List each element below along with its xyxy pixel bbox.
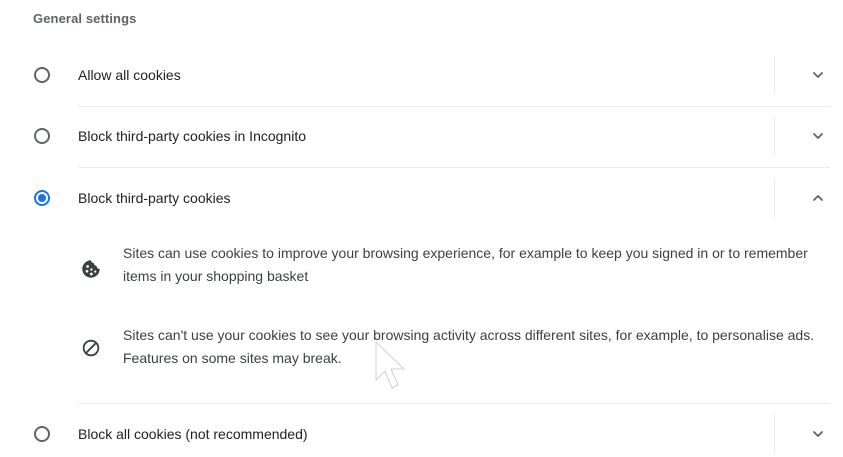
cookie-icon	[82, 260, 100, 278]
option-label: Allow all cookies	[78, 67, 181, 83]
radio-block-third-party-incognito[interactable]	[34, 128, 50, 144]
chevron-down-icon[interactable]	[808, 424, 828, 444]
block-icon	[82, 339, 100, 357]
option-allow-all-cookies[interactable]: Allow all cookies	[0, 45, 843, 105]
chevron-down-icon[interactable]	[808, 126, 828, 146]
vertical-separator	[774, 56, 775, 94]
detail-text: Sites can use cookies to improve your br…	[123, 245, 808, 284]
chevron-down-icon[interactable]	[808, 65, 828, 85]
vertical-separator	[774, 117, 775, 155]
option-block-all-cookies[interactable]: Block all cookies (not recommended)	[0, 404, 843, 457]
vertical-separator	[774, 415, 775, 453]
section-title: General settings	[33, 11, 137, 26]
chevron-up-icon[interactable]	[808, 188, 828, 208]
detail-text: Sites can't use your cookies to see your…	[123, 327, 815, 366]
option-label: Block all cookies (not recommended)	[78, 426, 308, 442]
option-label: Block third-party cookies in Incognito	[78, 128, 306, 144]
radio-block-all-cookies[interactable]	[34, 426, 50, 442]
option-label: Block third-party cookies	[78, 190, 231, 206]
radio-block-third-party-cookies[interactable]	[34, 190, 50, 206]
vertical-separator	[774, 179, 775, 217]
option-block-third-party-incognito[interactable]: Block third-party cookies in Incognito	[0, 106, 843, 166]
radio-allow-all-cookies[interactable]	[34, 67, 50, 83]
option-block-third-party-cookies[interactable]: Block third-party cookies	[0, 168, 843, 228]
